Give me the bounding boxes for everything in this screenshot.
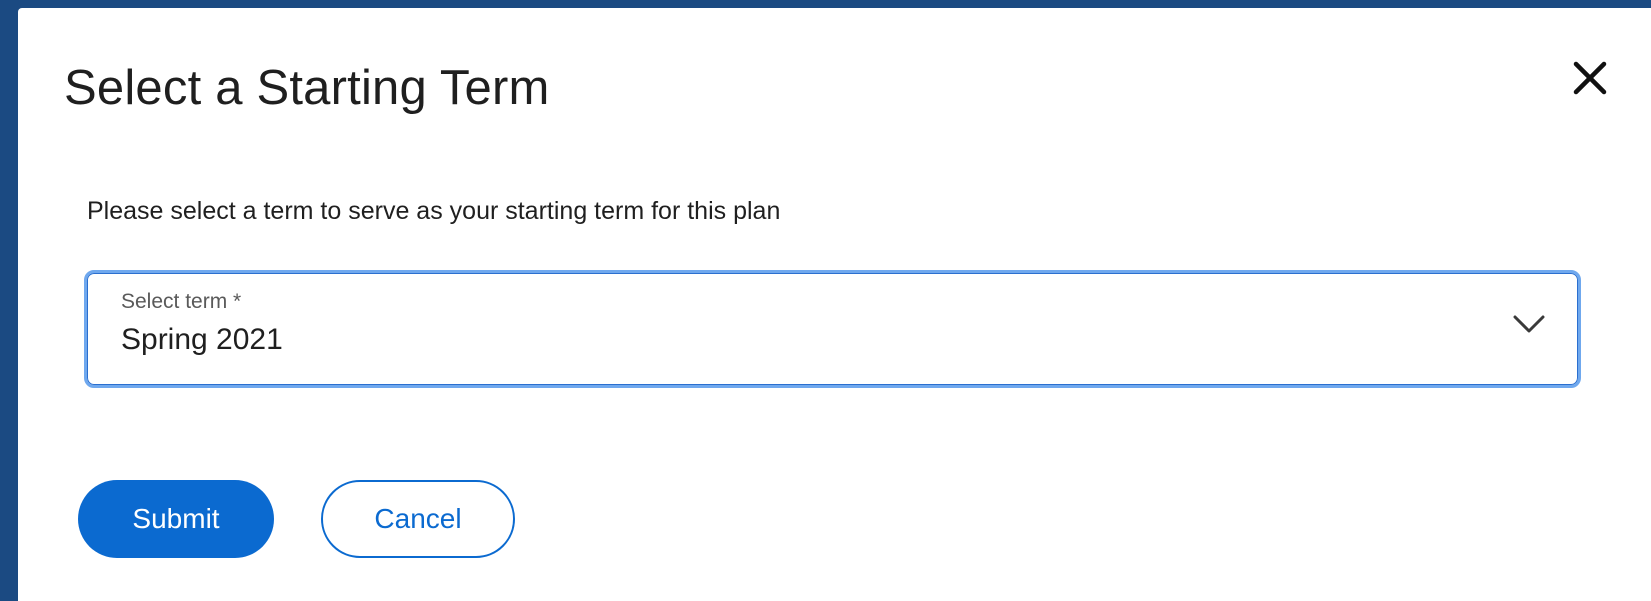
cancel-button[interactable]: Cancel bbox=[321, 480, 515, 558]
chevron-down-icon bbox=[1513, 315, 1545, 333]
term-select-label: Select term * bbox=[121, 290, 242, 313]
submit-button[interactable]: Submit bbox=[78, 480, 274, 558]
start-term-dialog: Select a Starting Term Please select a t… bbox=[18, 8, 1651, 601]
dialog-title: Select a Starting Term bbox=[64, 61, 550, 115]
term-select[interactable]: Select term * Spring 2021 bbox=[84, 270, 1581, 388]
close-button[interactable] bbox=[1564, 52, 1616, 104]
term-select-value: Spring 2021 bbox=[121, 323, 283, 356]
close-icon bbox=[1573, 61, 1607, 95]
instructions-text: Please select a term to serve as your st… bbox=[87, 197, 781, 225]
